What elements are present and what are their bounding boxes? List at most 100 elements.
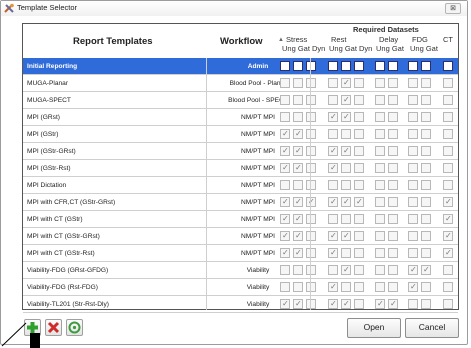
dataset-checkbox[interactable] (375, 214, 385, 224)
dataset-checkbox[interactable] (388, 214, 398, 224)
dataset-checkbox[interactable] (354, 265, 364, 275)
dataset-checkbox[interactable] (306, 231, 316, 241)
dataset-checkbox[interactable] (354, 231, 364, 241)
dataset-checkbox[interactable] (280, 282, 290, 292)
dataset-checkbox[interactable] (421, 146, 431, 156)
dataset-checkbox[interactable] (421, 282, 431, 292)
dataset-checkbox[interactable] (328, 231, 338, 241)
dataset-checkbox[interactable] (375, 146, 385, 156)
dataset-checkbox[interactable] (388, 282, 398, 292)
dataset-checkbox[interactable] (421, 299, 431, 309)
dataset-checkbox[interactable] (306, 112, 316, 122)
dataset-checkbox[interactable] (421, 231, 431, 241)
dataset-checkbox[interactable] (354, 95, 364, 105)
table-row[interactable]: MPI (GStr) NM/PT MPI (23, 126, 458, 143)
dataset-checkbox[interactable] (408, 78, 418, 88)
dataset-checkbox[interactable] (341, 214, 351, 224)
dataset-checkbox[interactable] (354, 78, 364, 88)
dataset-checkbox[interactable] (443, 299, 453, 309)
dataset-checkbox[interactable] (293, 214, 303, 224)
dataset-checkbox[interactable] (421, 95, 431, 105)
dataset-checkbox[interactable] (408, 248, 418, 258)
dataset-checkbox[interactable] (280, 265, 290, 275)
dataset-checkbox[interactable] (328, 163, 338, 173)
dataset-checkbox[interactable] (293, 231, 303, 241)
dataset-checkbox[interactable] (280, 180, 290, 190)
dataset-checkbox[interactable] (375, 129, 385, 139)
dataset-checkbox[interactable] (443, 180, 453, 190)
open-button[interactable]: Open (347, 318, 401, 338)
dataset-checkbox[interactable] (408, 146, 418, 156)
dataset-checkbox[interactable] (341, 231, 351, 241)
dataset-checkbox[interactable] (354, 248, 364, 258)
dataset-checkbox[interactable] (293, 180, 303, 190)
dataset-checkbox[interactable] (388, 146, 398, 156)
dataset-checkbox[interactable] (341, 146, 351, 156)
dataset-checkbox[interactable] (443, 95, 453, 105)
dataset-checkbox[interactable] (408, 95, 418, 105)
dataset-checkbox[interactable] (280, 299, 290, 309)
dataset-checkbox[interactable] (328, 95, 338, 105)
dataset-checkbox[interactable] (341, 265, 351, 275)
dataset-checkbox[interactable] (306, 214, 316, 224)
dataset-checkbox[interactable] (341, 197, 351, 207)
dataset-checkbox[interactable] (306, 146, 316, 156)
dataset-checkbox[interactable] (328, 61, 338, 71)
dataset-checkbox[interactable] (375, 95, 385, 105)
dataset-checkbox[interactable] (388, 299, 398, 309)
dataset-checkbox[interactable] (443, 214, 453, 224)
dataset-checkbox[interactable] (328, 282, 338, 292)
dataset-checkbox[interactable] (306, 197, 316, 207)
dataset-checkbox[interactable] (328, 197, 338, 207)
dataset-checkbox[interactable] (341, 180, 351, 190)
dataset-checkbox[interactable] (341, 112, 351, 122)
dataset-checkbox[interactable] (375, 248, 385, 258)
dataset-checkbox[interactable] (306, 61, 316, 71)
dataset-checkbox[interactable] (280, 163, 290, 173)
table-row[interactable]: MUGA-SPECT Blood Pool - SPECT (23, 92, 458, 109)
dataset-checkbox[interactable] (443, 282, 453, 292)
dataset-checkbox[interactable] (328, 78, 338, 88)
dataset-checkbox[interactable] (293, 112, 303, 122)
dataset-checkbox[interactable] (421, 163, 431, 173)
dataset-checkbox[interactable] (354, 197, 364, 207)
dataset-checkbox[interactable] (293, 265, 303, 275)
dataset-checkbox[interactable] (328, 146, 338, 156)
table-row[interactable]: MPI with CT (GStr) NM/PT MPI (23, 211, 458, 228)
dataset-checkbox[interactable] (408, 180, 418, 190)
dataset-checkbox[interactable] (408, 129, 418, 139)
dataset-checkbox[interactable] (375, 163, 385, 173)
dataset-checkbox[interactable] (375, 78, 385, 88)
dataset-checkbox[interactable] (388, 180, 398, 190)
dataset-checkbox[interactable] (388, 61, 398, 71)
dataset-checkbox[interactable] (421, 214, 431, 224)
dataset-checkbox[interactable] (306, 180, 316, 190)
dataset-checkbox[interactable] (375, 265, 385, 275)
dataset-checkbox[interactable] (388, 95, 398, 105)
dataset-checkbox[interactable] (375, 282, 385, 292)
table-row[interactable]: MPI with CT (GStr-Rst) NM/PT MPI (23, 245, 458, 262)
dataset-checkbox[interactable] (443, 129, 453, 139)
table-row[interactable]: Viability-FDG (GRst-GFDG) Viability (23, 262, 458, 279)
dataset-checkbox[interactable] (306, 248, 316, 258)
dataset-checkbox[interactable] (408, 299, 418, 309)
dataset-checkbox[interactable] (388, 265, 398, 275)
dataset-checkbox[interactable] (341, 248, 351, 258)
dataset-checkbox[interactable] (328, 129, 338, 139)
dataset-checkbox[interactable] (354, 299, 364, 309)
dataset-checkbox[interactable] (388, 129, 398, 139)
dataset-checkbox[interactable] (280, 197, 290, 207)
dataset-checkbox[interactable] (375, 180, 385, 190)
dataset-checkbox[interactable] (375, 231, 385, 241)
dataset-checkbox[interactable] (388, 78, 398, 88)
dataset-checkbox[interactable] (293, 163, 303, 173)
dataset-checkbox[interactable] (354, 61, 364, 71)
dataset-checkbox[interactable] (408, 231, 418, 241)
dataset-checkbox[interactable] (421, 197, 431, 207)
table-row[interactable]: MPI with CT (GStr-GRst) NM/PT MPI (23, 228, 458, 245)
cancel-button[interactable]: Cancel (405, 318, 459, 338)
dataset-checkbox[interactable] (293, 129, 303, 139)
dataset-checkbox[interactable] (354, 129, 364, 139)
dataset-checkbox[interactable] (341, 163, 351, 173)
dataset-checkbox[interactable] (443, 231, 453, 241)
